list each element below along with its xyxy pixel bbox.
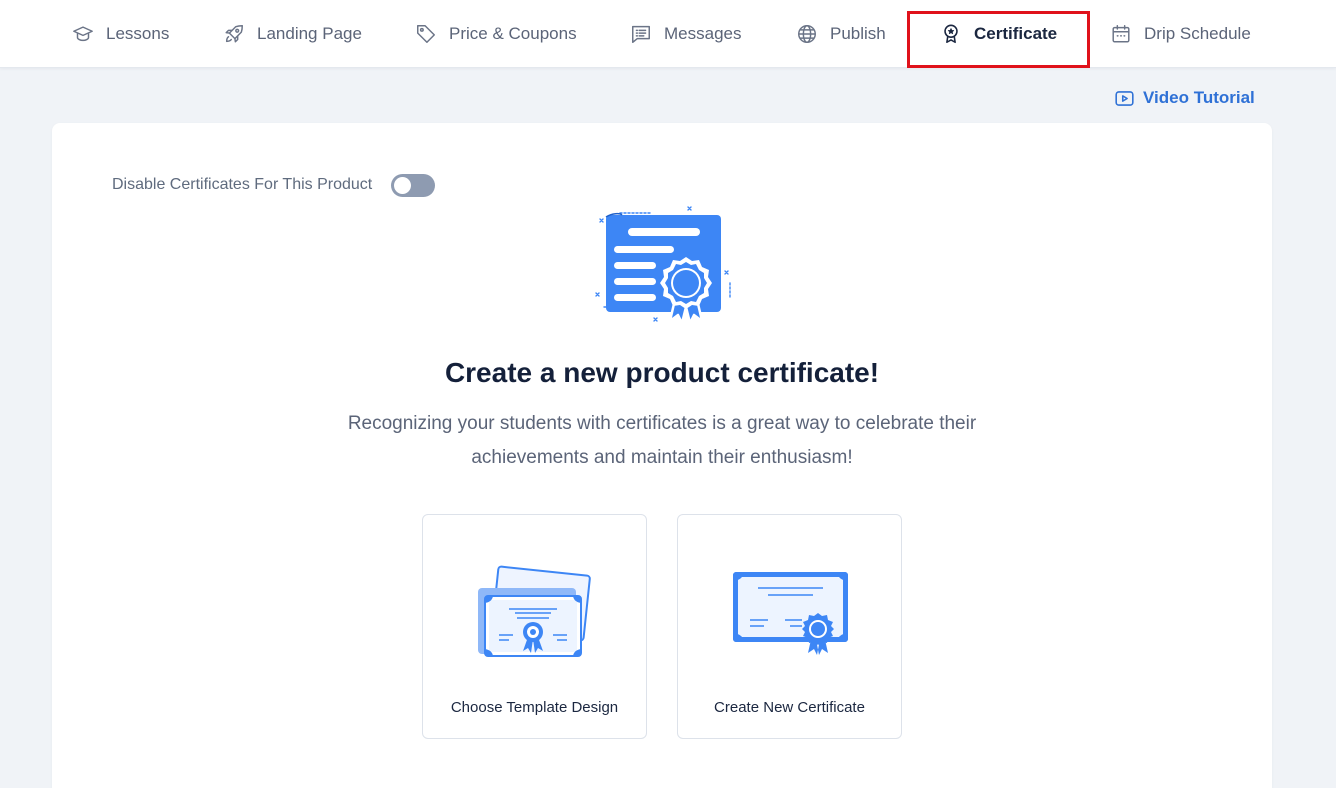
tab-label: Lessons	[106, 24, 170, 43]
choose-template-design-option[interactable]: Choose Template Design	[422, 514, 647, 739]
tag-icon	[417, 25, 435, 43]
disable-certificates-toggle[interactable]	[391, 173, 436, 197]
option-label: Choose Template Design	[450, 699, 619, 716]
tab-bar: Lessons Landing Page Price & Coupons Mes…	[0, 0, 1336, 68]
certificate-illustration	[595, 206, 731, 325]
tab-label: Messages	[664, 24, 742, 43]
calendar-icon	[1112, 25, 1130, 43]
tab-label: Publish	[830, 24, 886, 43]
rocket-icon	[225, 25, 243, 43]
tab-label: Drip Schedule	[1144, 24, 1251, 43]
video-tutorial-link[interactable]: Video Tutorial	[1114, 86, 1255, 110]
disable-certificates-label: Disable Certificates For This Product	[112, 176, 373, 193]
globe-icon	[798, 25, 816, 43]
tab-messages[interactable]: Messages	[630, 0, 741, 68]
tab-landing-page[interactable]: Landing Page	[223, 0, 362, 68]
tab-label: Certificate	[974, 24, 1058, 43]
tab-label: Landing Page	[257, 24, 362, 43]
create-new-certificate-option[interactable]: Create New Certificate	[677, 514, 902, 739]
tab-label: Price & Coupons	[449, 24, 577, 43]
video-tutorial-label: Video Tutorial	[1143, 88, 1255, 107]
page-description: Recognizing your students with certifica…	[347, 413, 977, 468]
certificate-templates-icon	[478, 565, 591, 657]
message-list-icon	[632, 25, 650, 43]
tab-lessons[interactable]: Lessons	[72, 0, 169, 68]
tab-drip-schedule[interactable]: Drip Schedule	[1110, 0, 1251, 68]
disable-certificates-row: Disable Certificates For This Product	[112, 173, 436, 197]
tab-certificate[interactable]: Certificate	[907, 0, 1090, 68]
tab-price-coupons[interactable]: Price & Coupons	[415, 0, 577, 68]
play-video-icon	[1115, 90, 1134, 106]
award-badge-icon	[944, 24, 958, 44]
certificate-card: Disable Certificates For This Product Cr…	[52, 123, 1272, 788]
graduation-cap-icon	[73, 26, 93, 42]
option-label: Create New Certificate	[714, 699, 865, 716]
page-heading: Create a new product certificate!	[444, 357, 880, 388]
new-certificate-icon	[733, 572, 848, 655]
tab-publish[interactable]: Publish	[796, 0, 886, 68]
